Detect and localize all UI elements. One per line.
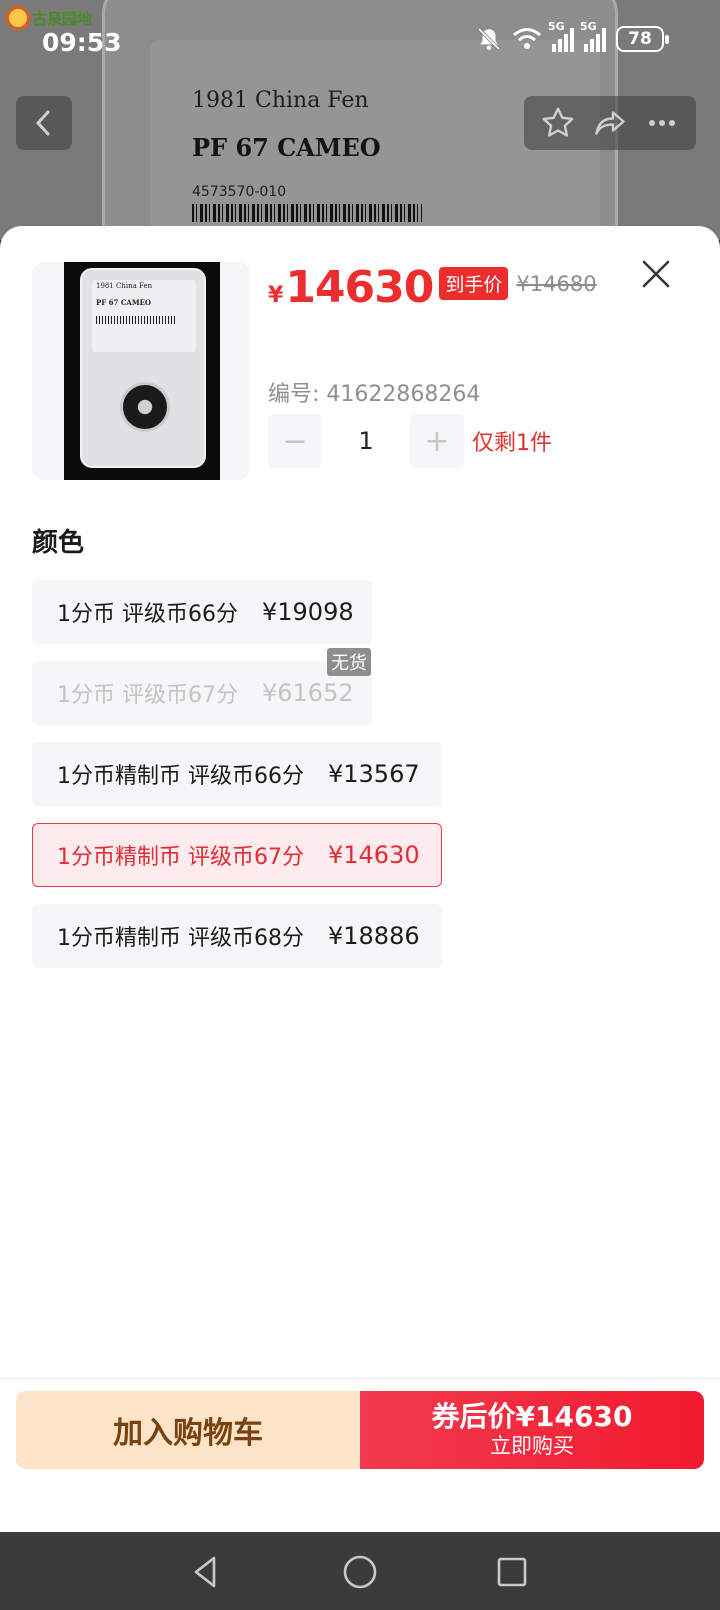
coin-image [120,382,170,432]
share-icon[interactable] [592,105,628,141]
nav-recents-icon[interactable] [492,1552,532,1592]
option-list: 1分币 评级币66分 ¥19098 1分币 评级币67分 ¥61652 无货 1… [32,580,442,985]
option-label: 1分币 评级币67分 [57,683,238,708]
option-price: ¥19098 [262,598,354,626]
out-of-stock-badge: 无货 [327,648,371,676]
thumbnail-slab: 1981 China Fen PF 67 CAMEO [80,268,206,468]
app-screen: 1981 China Fen PF 67 CAMEO 4573570-010 古… [0,0,720,1610]
back-button[interactable] [16,96,72,150]
status-icons: 5G 5G 78 [476,20,669,52]
more-icon[interactable] [644,105,680,141]
action-bar: 加入购物车 券后价¥14630 立即购买 [0,1378,720,1532]
thumbnail-label-line1: 1981 China Fen [96,282,153,290]
original-price: ¥14680 [516,271,597,296]
mute-bell-icon [478,28,500,50]
option-item[interactable]: 1分币精制币 评级币66分 ¥13567 [32,742,442,806]
increase-button[interactable]: + [410,414,464,468]
clock: 09:53 [42,28,122,57]
buy-now-button[interactable]: 券后价¥14630 立即购买 [360,1391,704,1469]
option-item-out-of-stock: 1分币 评级币67分 ¥61652 无货 [32,648,372,725]
option-item-selected[interactable]: 1分币精制币 评级币67分 ¥14630 [32,823,442,887]
app-watermark-logo: 古泉园地 [6,6,92,30]
slab-grade-text: PF 67 CAMEO [192,133,381,162]
option-item[interactable]: 1分币精制币 评级币68分 ¥18886 [32,904,442,968]
stock-note: 仅剩1件 [472,431,552,456]
quantity-stepper: − 1 + 仅剩1件 [268,414,552,468]
final-price-tag: 到手价 [439,267,509,300]
nav-home-icon[interactable] [340,1552,380,1592]
coin-logo-icon [6,6,30,30]
option-price: ¥14630 [328,841,420,869]
watermark-text: 古泉园地 [32,9,93,28]
slab-cert-number: 4573570-010 [192,184,287,200]
status-bar: 古泉园地 09:53 5G 5G 78 [0,0,720,80]
option-price: ¥18886 [328,922,420,950]
option-label: 1分币 评级币66分 [57,602,238,627]
thumbnail-photo: 1981 China Fen PF 67 CAMEO [64,262,220,480]
thumbnail-label-line2: PF 67 CAMEO [96,298,152,307]
top-actions [524,96,696,150]
signal-1-label: 5G [548,20,565,33]
decrease-button[interactable]: − [268,414,322,468]
product-thumbnail[interactable]: 1981 China Fen PF 67 CAMEO [32,262,250,480]
sku-selection-sheet: 1981 China Fen PF 67 CAMEO ¥ 14630 到手价 ¥… [0,226,720,1532]
buy-now-label: 立即购买 [490,1434,574,1458]
close-button[interactable] [636,254,676,294]
currency-symbol: ¥ [268,283,284,308]
option-price: ¥13567 [328,760,420,788]
nav-back-icon[interactable] [186,1552,226,1592]
quantity-value[interactable]: 1 [322,427,410,455]
barcode-graphic [192,204,422,222]
wifi-icon [513,28,541,49]
cell-signal-1-icon: 5G [548,20,574,52]
option-label: 1分币精制币 评级币67分 [57,845,304,870]
price-row: ¥ 14630 到手价 ¥14680 [268,262,597,313]
battery-icon: 78 [616,26,669,52]
option-section-title: 颜色 [32,528,85,558]
add-to-cart-button[interactable]: 加入购物车 [16,1391,360,1469]
thumbnail-barcode [96,316,176,324]
current-price: 14630 [285,262,434,313]
system-nav-bar [0,1532,720,1610]
slab-title-text: 1981 China Fen [192,88,369,113]
option-label: 1分币精制币 评级币68分 [57,926,304,951]
close-icon [642,260,670,288]
option-price: ¥61652 [262,679,354,707]
coupon-price-label: 券后价¥14630 [431,1400,633,1433]
item-code: 编号: 41622868264 [268,382,481,407]
cell-signal-2-icon: 5G [580,20,606,52]
option-item[interactable]: 1分币 评级币66分 ¥19098 [32,580,372,644]
chevron-left-icon [35,110,50,136]
option-label: 1分币精制币 评级币66分 [57,764,304,789]
star-icon[interactable] [540,105,576,141]
signal-2-label: 5G [580,20,597,33]
